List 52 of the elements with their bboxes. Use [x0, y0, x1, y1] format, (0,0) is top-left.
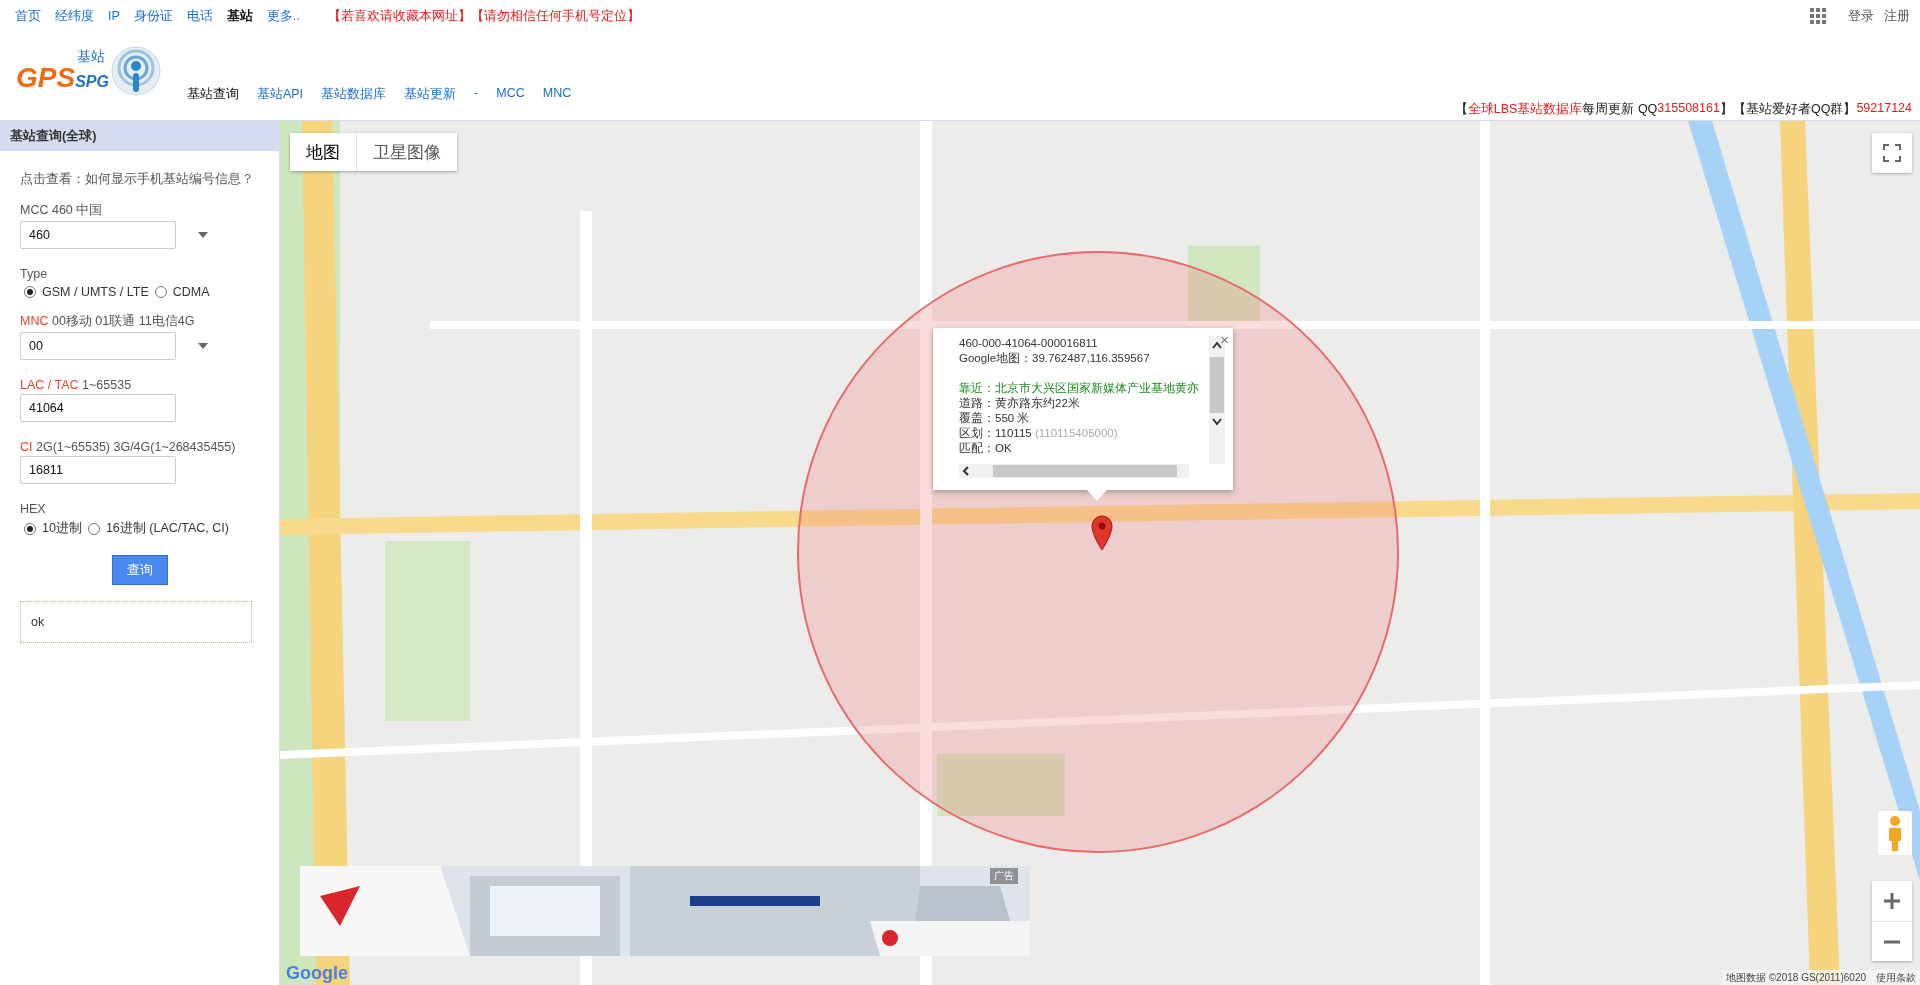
promo-text: 】【基站爱好者QQ群】 — [1719, 101, 1857, 118]
logo-text: GPS — [16, 63, 76, 93]
nav-link[interactable]: IP — [108, 9, 120, 23]
nav-link[interactable]: 经纬度 — [55, 7, 94, 25]
account-link[interactable]: 登录 — [1848, 7, 1874, 25]
field-label: CI 2G(1~65535) 3G/4G(1~268435455) — [20, 440, 236, 454]
radio-button[interactable] — [154, 286, 167, 298]
nav-link[interactable]: MCC — [496, 86, 525, 103]
nav-link[interactable]: 首页 — [15, 7, 41, 25]
select-field[interactable]: 460 — [20, 221, 176, 249]
logo-tag-text: 基站 — [76, 49, 105, 63]
nav-link[interactable]: 基站数据库 — [321, 86, 387, 103]
promo-text: 每周更新 QQ — [1582, 101, 1658, 118]
nav-link[interactable]: 基站 — [226, 7, 253, 25]
radio-label[interactable]: CDMA — [172, 285, 210, 299]
radio-label[interactable]: 16进制 (LAC/TAC, CI) — [105, 520, 229, 537]
nav-link[interactable]: 身份证 — [133, 7, 173, 25]
field-label: Type — [20, 267, 48, 281]
nav-link[interactable]: 更多.. — [266, 7, 300, 25]
logo-sub-text: SPG — [75, 73, 109, 91]
promo-text: 59217124 — [1856, 101, 1912, 117]
apps-grid-icon[interactable] — [1810, 8, 1826, 24]
field-label: LAC / TAC 1~65535 — [20, 378, 132, 392]
help-link[interactable]: 点击查看：如何显示手机基站编号信息？ — [20, 171, 254, 188]
nav-link[interactable]: 基站查询 — [186, 86, 239, 103]
radio-label[interactable]: GSM / UMTS / LTE — [42, 285, 149, 299]
radio-button[interactable] — [24, 522, 36, 535]
input-field[interactable]: 41064 — [20, 394, 176, 422]
field-label: MNC 00移动 01联通 11电信4G — [20, 313, 195, 330]
caret-icon[interactable] — [198, 343, 208, 349]
radio-label[interactable]: 10进制 — [42, 520, 82, 537]
nav-link[interactable]: 基站更新 — [404, 86, 457, 103]
notice-text: 【请勿相信任何手机号定位】 — [470, 7, 640, 25]
select-field[interactable]: 00 — [20, 332, 176, 360]
nav-link[interactable]: MNC — [542, 86, 572, 103]
panel-title: 基站查询(全球) — [0, 121, 279, 151]
nav-link[interactable]: 电话 — [186, 7, 213, 25]
radio-button[interactable] — [87, 522, 100, 535]
caret-icon[interactable] — [198, 232, 208, 238]
field-label: HEX — [20, 502, 46, 516]
radio-button[interactable] — [24, 286, 36, 298]
input-field[interactable]: 16811 — [20, 456, 176, 484]
promo-text: 全球LBS基站数据库 — [1467, 101, 1583, 118]
notice-text: 【若喜欢请收藏本网址】 — [327, 7, 471, 25]
field-label: MCC 460 中国 — [20, 202, 103, 219]
signal-icon — [110, 46, 161, 96]
promo-text: 315508161 — [1657, 101, 1720, 115]
nav-link[interactable]: 基站API — [256, 86, 304, 103]
nav-link[interactable]: - — [474, 86, 479, 103]
promo-text: 【 — [1454, 101, 1468, 118]
account-link[interactable]: 注册 — [1884, 7, 1910, 25]
result-box: ok — [20, 601, 252, 643]
